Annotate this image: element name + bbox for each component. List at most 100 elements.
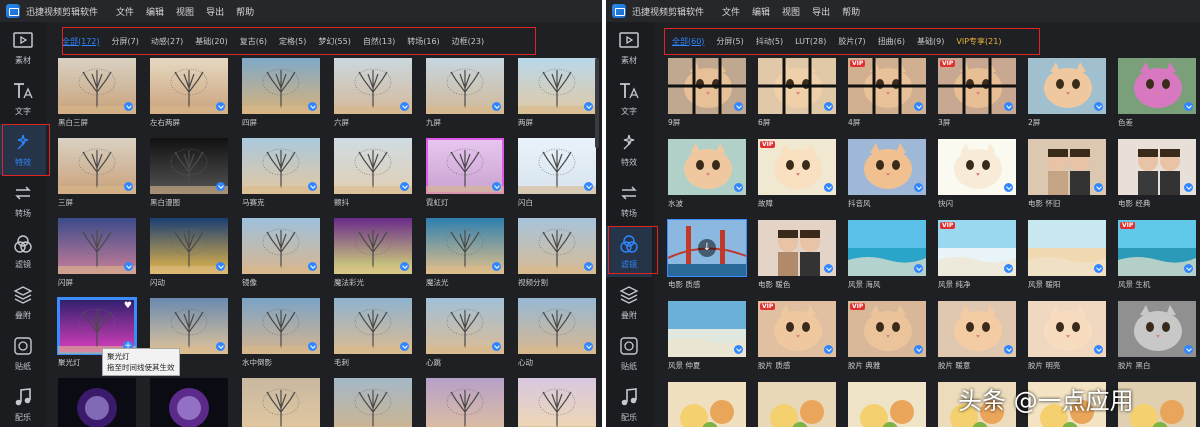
filter-tile[interactable]: 抖音风: [848, 139, 926, 209]
download-icon[interactable]: [124, 182, 133, 191]
menu-help[interactable]: 帮助: [842, 5, 860, 18]
download-icon[interactable]: [734, 102, 743, 111]
sidebar-item-sticker[interactable]: 贴纸: [606, 328, 652, 379]
effect-tile[interactable]: 马赛克: [242, 138, 320, 208]
sidebar-item-text[interactable]: 文字: [0, 73, 46, 124]
sidebar-item-media[interactable]: 素材: [606, 22, 652, 73]
download-icon[interactable]: [1184, 183, 1193, 192]
sidebar-item-overlay[interactable]: 叠附: [606, 277, 652, 328]
download-icon[interactable]: [1094, 183, 1103, 192]
download-icon[interactable]: [400, 342, 409, 351]
sidebar-item-filter[interactable]: 滤镜: [0, 226, 46, 277]
effect-tile[interactable]: 黑白三屏: [58, 58, 136, 128]
effect-tile[interactable]: [334, 378, 412, 427]
effect-tile[interactable]: 镜像: [242, 218, 320, 288]
effect-tile[interactable]: 颤抖: [334, 138, 412, 208]
download-icon[interactable]: [308, 182, 317, 191]
filter-tile[interactable]: 风景 暖阳: [1028, 220, 1106, 290]
download-icon[interactable]: [914, 183, 923, 192]
filter-tile[interactable]: 2屏: [1028, 58, 1106, 128]
download-icon[interactable]: [1004, 183, 1013, 192]
filter-tile[interactable]: 9屏: [668, 58, 746, 128]
effect-tile[interactable]: [518, 378, 596, 427]
effect-tile[interactable]: 霓虹灯: [426, 138, 504, 208]
sidebar-item-music[interactable]: 配乐: [606, 379, 652, 427]
download-icon[interactable]: [734, 345, 743, 354]
download-icon[interactable]: [1004, 102, 1013, 111]
download-icon[interactable]: [914, 345, 923, 354]
download-icon[interactable]: [492, 262, 501, 271]
menu-edit[interactable]: 编辑: [752, 5, 770, 18]
effect-tile[interactable]: 毛刺: [334, 298, 412, 368]
download-icon[interactable]: [1184, 264, 1193, 273]
download-icon[interactable]: [400, 262, 409, 271]
filter-tile[interactable]: 风景 海风: [848, 220, 926, 290]
effect-tile[interactable]: 两屏: [518, 58, 596, 128]
filter-tile[interactable]: 风景 仲夏: [668, 301, 746, 371]
download-icon[interactable]: [216, 342, 225, 351]
download-icon[interactable]: [1094, 102, 1103, 111]
filter-tile[interactable]: [848, 382, 926, 427]
filter-tile[interactable]: VIP 胶片 质感: [758, 301, 836, 371]
effect-tile[interactable]: 六屏: [334, 58, 412, 128]
favorite-icon[interactable]: ♥: [124, 301, 132, 311]
effect-tile[interactable]: 三屏: [58, 138, 136, 208]
menu-file[interactable]: 文件: [116, 5, 134, 18]
download-icon[interactable]: [824, 102, 833, 111]
effect-tile[interactable]: 心动: [518, 298, 596, 368]
menu-view[interactable]: 视图: [176, 5, 194, 18]
effect-tile[interactable]: [58, 378, 136, 427]
download-icon[interactable]: [492, 102, 501, 111]
effect-tile[interactable]: 视频分割: [518, 218, 596, 288]
effect-tile[interactable]: 四屏: [242, 58, 320, 128]
sidebar-item-text[interactable]: 文字: [606, 73, 652, 124]
filter-tile[interactable]: 电影 经典: [1118, 139, 1196, 209]
sidebar-item-transition[interactable]: 转场: [0, 175, 46, 226]
download-icon[interactable]: [824, 345, 833, 354]
download-icon[interactable]: [914, 102, 923, 111]
filter-tile[interactable]: 电影 怀旧: [1028, 139, 1106, 209]
download-icon[interactable]: [400, 182, 409, 191]
download-icon[interactable]: [584, 342, 593, 351]
filter-tile[interactable]: 胶片 明亮: [1028, 301, 1106, 371]
menu-export[interactable]: 导出: [206, 5, 224, 18]
effect-tile[interactable]: 九屏: [426, 58, 504, 128]
download-icon[interactable]: [1094, 345, 1103, 354]
filter-tile[interactable]: 色差: [1118, 58, 1196, 128]
filter-tile[interactable]: VIP 风景 纯净: [938, 220, 1016, 290]
filter-tile[interactable]: 6屏: [758, 58, 836, 128]
download-icon[interactable]: [1004, 345, 1013, 354]
download-icon[interactable]: [1184, 102, 1193, 111]
filter-tile[interactable]: VIP 3屏: [938, 58, 1016, 128]
sidebar-item-sticker[interactable]: 贴纸: [0, 328, 46, 379]
sidebar-item-transition[interactable]: 转场: [606, 175, 652, 226]
sidebar-item-effects[interactable]: 特效: [606, 124, 652, 175]
effect-tile[interactable]: [150, 378, 228, 427]
filter-tile[interactable]: ↓ 电影 质感: [667, 219, 747, 290]
download-icon[interactable]: [308, 342, 317, 351]
filter-tile[interactable]: VIP 4屏: [848, 58, 926, 128]
filter-tile[interactable]: [758, 382, 836, 427]
download-icon[interactable]: [914, 264, 923, 273]
download-icon[interactable]: [824, 264, 833, 273]
filter-tile[interactable]: 水波: [668, 139, 746, 209]
effect-tile[interactable]: 魔法彩光: [334, 218, 412, 288]
effect-tile[interactable]: 黑白漫图: [150, 138, 228, 208]
download-icon[interactable]: [492, 342, 501, 351]
download-icon[interactable]: [124, 262, 133, 271]
download-icon[interactable]: [1004, 264, 1013, 273]
menu-help[interactable]: 帮助: [236, 5, 254, 18]
menu-export[interactable]: 导出: [812, 5, 830, 18]
download-icon[interactable]: [124, 102, 133, 111]
effect-tile[interactable]: 左右两屏: [150, 58, 228, 128]
menu-view[interactable]: 视图: [782, 5, 800, 18]
download-icon[interactable]: [1184, 345, 1193, 354]
menu-file[interactable]: 文件: [722, 5, 740, 18]
download-icon[interactable]: [400, 102, 409, 111]
sidebar-item-overlay[interactable]: 叠附: [0, 277, 46, 328]
download-icon[interactable]: [308, 262, 317, 271]
sidebar-item-music[interactable]: 配乐: [0, 379, 46, 427]
effect-tile[interactable]: [426, 378, 504, 427]
effect-tile[interactable]: 魔法光: [426, 218, 504, 288]
download-icon[interactable]: [492, 182, 501, 191]
